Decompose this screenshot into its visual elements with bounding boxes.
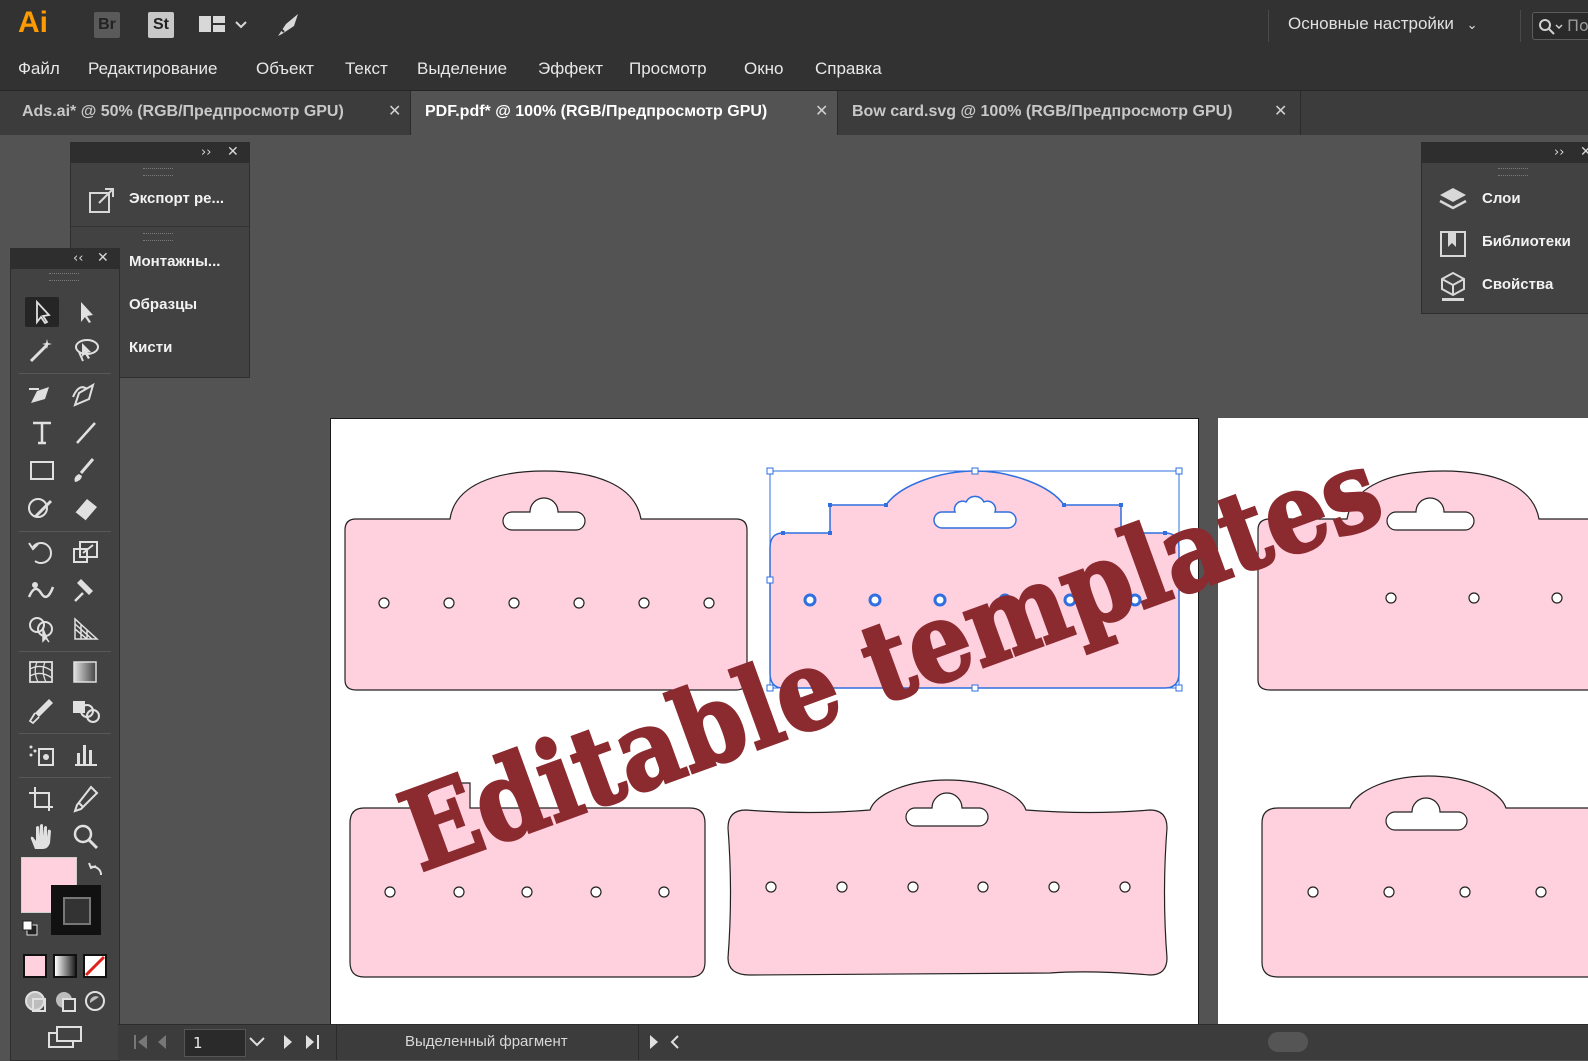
status-info: Выделенный фрагмент bbox=[405, 1033, 568, 1050]
next-artboard-icon[interactable] bbox=[280, 1033, 328, 1051]
card-template[interactable] bbox=[727, 779, 1168, 976]
status-bar: 1 Выделенный фрагмент bbox=[118, 1024, 1588, 1060]
chevron-down-icon[interactable] bbox=[246, 1033, 268, 1051]
artwork-layer: Editable templates bbox=[344, 421, 1588, 978]
card-template[interactable] bbox=[1261, 775, 1588, 978]
status-menu-arrows[interactable] bbox=[646, 1033, 686, 1051]
artboard-number-input[interactable]: 1 bbox=[184, 1029, 246, 1057]
card-template[interactable] bbox=[344, 470, 748, 691]
first-artboard-icon[interactable] bbox=[132, 1033, 180, 1051]
divider bbox=[336, 1025, 337, 1060]
divider bbox=[638, 1025, 639, 1060]
horizontal-scrollbar-thumb[interactable] bbox=[1268, 1032, 1308, 1052]
artboard-number: 1 bbox=[193, 1034, 203, 1052]
